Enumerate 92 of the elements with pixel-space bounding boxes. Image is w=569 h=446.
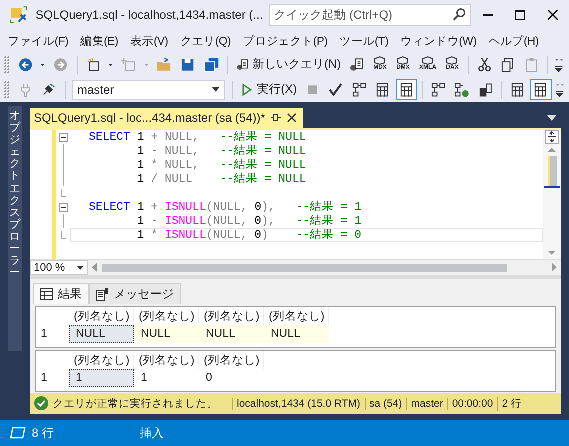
- scrollbar-thumb[interactable]: [548, 156, 556, 186]
- menu-item[interactable]: 表示(V): [124, 34, 174, 48]
- status-message: クエリが正常に実行されました。: [52, 396, 219, 410]
- table-cell[interactable]: NULL: [264, 325, 329, 343]
- line-count: 8 行: [32, 424, 54, 442]
- menu-item[interactable]: ファイル(F): [2, 34, 75, 48]
- search-icon: [453, 8, 466, 21]
- side-panel-tab[interactable]: オブジェクトエクスプローラー: [8, 106, 22, 351]
- fold-end: [60, 189, 66, 197]
- open-folder-icon: [156, 56, 172, 72]
- code-line: 1 - ISNULL(NULL, 0), --結果 = 1: [136, 214, 363, 228]
- toolbar-grip[interactable]: [4, 56, 9, 74]
- scissors-icon: [476, 56, 492, 72]
- database-dropdown[interactable]: master: [72, 80, 225, 100]
- results-tab[interactable]: 結果: [33, 283, 89, 304]
- fold-end: [60, 231, 66, 239]
- user-info: sa (54): [364, 398, 406, 410]
- menu-item[interactable]: 編集(E): [74, 34, 124, 48]
- code-line: 1 - NULL, --結果 = NULL: [136, 144, 308, 158]
- scrollbar-thumb[interactable]: [102, 264, 507, 272]
- checkmark-icon: [328, 82, 344, 98]
- copy-icon: [500, 56, 516, 72]
- new-project-icon: [86, 56, 102, 72]
- code-line: SELECT 1 + NULL, --結果 = NULL: [88, 130, 308, 144]
- window-title: SQLQuery1.sql - localhost,1434.master (...: [36, 8, 264, 22]
- app-logo: [10, 6, 28, 24]
- close-icon: [548, 10, 558, 20]
- caret-icon: [212, 87, 220, 92]
- maximize-icon: [515, 10, 526, 20]
- side-panel-label: オブジェクトエクスプローラー: [10, 110, 20, 282]
- database-query-icon: [236, 56, 250, 72]
- insert-mode: 挿入: [140, 424, 164, 442]
- menu-item[interactable]: ウィンドウ(W): [394, 34, 483, 48]
- results-grid-icon: [375, 82, 391, 98]
- plan-check-icon: [454, 82, 470, 98]
- ready-icon: [10, 427, 26, 439]
- cube-icon: [397, 56, 410, 64]
- code-line: 1 / NULL --結果 = NULL: [136, 172, 308, 186]
- statistics-icon: [478, 82, 493, 98]
- play-icon: [240, 82, 254, 98]
- pin-icon[interactable]: [271, 113, 282, 123]
- fold-line: [62, 214, 64, 228]
- server-info: localhost,1434 (15.0 RTM): [232, 398, 365, 410]
- caret-icon[interactable]: [547, 115, 557, 121]
- plan-diagram-icon: [352, 82, 368, 98]
- minimize-icon: [482, 14, 493, 16]
- row-number[interactable]: 1: [36, 369, 69, 387]
- toolbar-button[interactable]: 新しいクエリ(N): [233, 54, 344, 75]
- code-line: SELECT 1 + ISNULL(NULL, 0), --結果 = 1: [88, 200, 363, 214]
- database-name: master: [406, 398, 448, 410]
- toolbar-button[interactable]: 実行(X): [237, 79, 300, 100]
- results-grid-toggle[interactable]: [396, 79, 417, 100]
- save-all-icon: [204, 56, 220, 72]
- success-icon: [34, 396, 49, 411]
- cube-icon: [422, 56, 434, 64]
- menu-item[interactable]: ツール(T): [334, 34, 395, 48]
- database-query-icon: [349, 56, 365, 72]
- table-cell[interactable]: NULL: [199, 325, 264, 343]
- elapsed-time: 00:00:00: [447, 398, 498, 410]
- collapse-icon[interactable]: [58, 202, 68, 212]
- grid-icon: [40, 288, 53, 300]
- collapse-icon[interactable]: [58, 132, 68, 142]
- results-grid-icon: [533, 82, 549, 98]
- document-tab[interactable]: SQLQuery1.sql - loc...434.master (sa (54))*: [30, 108, 304, 128]
- results-tab[interactable]: メッセージ: [89, 283, 181, 304]
- plug-icon: [41, 82, 57, 98]
- toolbar-grip[interactable]: [4, 80, 9, 98]
- results-grid-icon: [510, 82, 526, 98]
- split-icon[interactable]: [545, 130, 559, 144]
- quick-launch-field[interactable]: クイック起動 (Ctrl+Q): [269, 4, 472, 26]
- cube-icon: [374, 56, 386, 64]
- caret-icon: [77, 266, 84, 270]
- caret-position-marker: [544, 186, 560, 188]
- add-item-icon: [121, 56, 137, 72]
- document-icon: [96, 288, 109, 300]
- table-cell[interactable]: NULL: [69, 325, 134, 343]
- row-count: 2 行: [497, 396, 526, 410]
- menu-item[interactable]: プロジェクト(P): [237, 34, 334, 48]
- menu-item[interactable]: ヘルプ(H): [482, 34, 545, 48]
- close-icon[interactable]: [287, 113, 298, 123]
- menu-item[interactable]: クエリ(Q): [174, 34, 238, 48]
- table-cell[interactable]: 1: [69, 369, 134, 387]
- cube-icon: [446, 56, 458, 64]
- code-line: 1 * NULL, --結果 = NULL: [136, 158, 308, 172]
- plan-diagram-icon: [430, 82, 446, 98]
- results-grid-toggle[interactable]: [530, 79, 552, 100]
- results-grid-icon: [398, 82, 414, 98]
- row-number[interactable]: 1: [36, 325, 69, 343]
- paste-icon: [524, 56, 540, 72]
- zoom-dropdown[interactable]: 100 %: [30, 260, 88, 275]
- table-cell[interactable]: NULL: [134, 325, 199, 343]
- save-icon: [180, 56, 196, 72]
